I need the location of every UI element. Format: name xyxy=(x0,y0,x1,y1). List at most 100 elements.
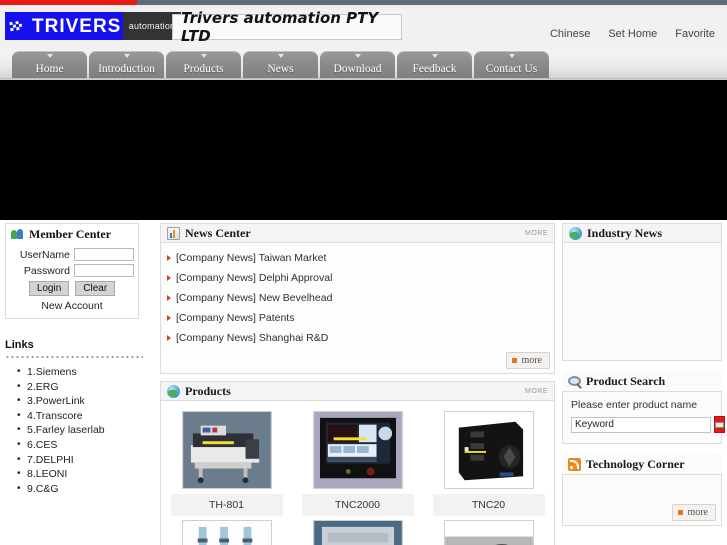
list-item[interactable]: [Company News] Taiwan Market xyxy=(161,248,554,268)
new-account-link[interactable]: New Account xyxy=(10,300,134,312)
product-card[interactable]: TNC20 xyxy=(432,411,545,516)
member-center-panel: Member Center UserName Password Login Cl… xyxy=(5,223,139,319)
square-bullet-icon xyxy=(512,358,518,363)
news-link[interactable]: [Company News] New Bevelhead xyxy=(176,292,332,304)
product-search-title: Product Search xyxy=(586,373,666,388)
list-item[interactable]: [Company News] Shanghai R&D xyxy=(161,328,554,348)
nav-label: Contact Us xyxy=(485,63,538,75)
list-item[interactable]: [Company News] New Bevelhead xyxy=(161,288,554,308)
news-center-title: News Center xyxy=(185,225,251,240)
header-link-chinese[interactable]: Chinese xyxy=(550,28,590,40)
nav-item-download[interactable]: Download xyxy=(320,51,395,79)
link-label: 8.LEONI xyxy=(27,468,68,481)
nav-label: Home xyxy=(35,63,64,75)
news-center-header: News Center MORE xyxy=(160,223,555,243)
list-item[interactable]: [Company News] Patents xyxy=(161,308,554,328)
chevron-down-icon xyxy=(277,54,284,58)
technology-more-button[interactable]: more xyxy=(672,504,716,521)
header-link-set-home[interactable]: Set Home xyxy=(608,28,657,40)
product-search-go-button[interactable] xyxy=(714,416,725,433)
news-more-link[interactable]: MORE xyxy=(525,230,548,237)
cable-reel-photo xyxy=(443,520,534,545)
product-card[interactable] xyxy=(433,520,545,545)
news-link[interactable]: [Company News] Patents xyxy=(176,312,294,324)
main-content: Member Center UserName Password Login Cl… xyxy=(0,223,727,545)
username-input[interactable] xyxy=(74,248,134,261)
right-sidebar: Industry News Product Search Please ente… xyxy=(562,223,725,536)
bullet-arrow-icon xyxy=(167,335,171,341)
list-item[interactable]: 8.LEONI xyxy=(17,467,155,482)
product-card[interactable] xyxy=(171,520,283,545)
login-button[interactable]: Login xyxy=(28,281,70,296)
nav-item-news[interactable]: News xyxy=(243,51,318,79)
nav-item-home[interactable]: Home xyxy=(12,51,87,79)
products-row-2 xyxy=(161,516,554,545)
news-link[interactable]: [Company News] Shanghai R&D xyxy=(176,332,328,344)
nav-item-products[interactable]: Products xyxy=(166,51,241,79)
products-grid: TH-801 TNC2000 TNC20 xyxy=(160,401,555,545)
industry-news-body xyxy=(562,243,722,361)
list-item[interactable]: [Company News] Delphi Approval xyxy=(161,268,554,288)
torch-nozzles-photo xyxy=(181,520,272,545)
go-button-icon xyxy=(715,421,724,428)
products-more-link[interactable]: MORE xyxy=(525,388,548,395)
username-row: UserName xyxy=(10,248,134,261)
product-search-input[interactable] xyxy=(571,416,711,433)
product-card[interactable]: TNC2000 xyxy=(301,411,414,516)
rss-icon xyxy=(568,457,581,471)
product-card[interactable]: TH-801 xyxy=(170,411,283,516)
link-label: 7.DELPHI xyxy=(27,453,74,466)
nav-item-feedback[interactable]: Feedback xyxy=(397,51,472,79)
magnifier-icon xyxy=(568,376,581,386)
chevron-down-icon xyxy=(46,54,53,58)
news-more-button[interactable]: more xyxy=(506,352,550,369)
list-item[interactable]: 9.C&G xyxy=(17,482,155,497)
link-label: 4.Transcore xyxy=(27,409,83,422)
header-link-favorite[interactable]: Favorite xyxy=(675,28,715,40)
list-item[interactable]: 7.DELPHI xyxy=(17,453,155,468)
nav-item-introduction[interactable]: Introduction xyxy=(89,51,164,79)
technology-corner-body: more xyxy=(562,474,722,526)
list-item[interactable]: 1.Siemens xyxy=(17,365,155,380)
chevron-down-icon xyxy=(354,54,361,58)
checkered-flag-icon xyxy=(8,18,30,34)
site-logo[interactable]: TRIVERS automation xyxy=(5,12,181,40)
main-navigation: Home Introduction Products News Download… xyxy=(12,51,551,79)
list-item[interactable]: 4.Transcore xyxy=(17,409,155,424)
logo-subtext: automation xyxy=(128,21,176,31)
logo-blue-block: TRIVERS xyxy=(5,12,123,40)
list-item[interactable]: 6.CES xyxy=(17,438,155,453)
list-item[interactable]: 2.ERG xyxy=(17,380,155,395)
nav-label: Download xyxy=(333,63,382,75)
nav-label: Introduction xyxy=(98,63,155,75)
link-label: 9.C&G xyxy=(27,482,59,495)
industry-news-title: Industry News xyxy=(587,225,663,240)
news-link[interactable]: [Company News] Delphi Approval xyxy=(176,272,332,284)
link-label: 5.Farley laserlab xyxy=(27,424,105,437)
product-search-row xyxy=(571,416,725,433)
nav-item-contact-us[interactable]: Contact Us xyxy=(474,51,549,79)
product-search-body: Please enter product name xyxy=(562,391,725,444)
nav-label: News xyxy=(267,63,294,75)
chevron-down-icon xyxy=(200,54,207,58)
clear-button[interactable]: Clear xyxy=(75,281,116,296)
more-label: more xyxy=(521,355,542,366)
product-card[interactable] xyxy=(302,520,414,545)
news-link[interactable]: [Company News] Taiwan Market xyxy=(176,252,326,264)
black-controller-photo xyxy=(443,411,534,489)
list-item[interactable]: 3.PowerLink xyxy=(17,394,155,409)
bullet-arrow-icon xyxy=(167,315,171,321)
technology-corner-panel: Technology Corner more xyxy=(562,454,722,526)
product-name: TH-801 xyxy=(170,494,283,516)
industry-news-header: Industry News xyxy=(562,223,722,243)
password-input[interactable] xyxy=(74,264,134,277)
bullet-arrow-icon xyxy=(167,275,171,281)
site-title-box: Trivers automation PTY LTD xyxy=(172,9,402,45)
news-list: [Company News] Taiwan Market [Company Ne… xyxy=(160,243,555,374)
square-bullet-icon xyxy=(678,510,684,515)
list-item[interactable]: 5.Farley laserlab xyxy=(17,423,155,438)
chevron-down-icon xyxy=(123,54,130,58)
link-label: 1.Siemens xyxy=(27,366,77,378)
technology-corner-header: Technology Corner xyxy=(562,454,722,474)
product-name: TNC20 xyxy=(432,494,545,516)
